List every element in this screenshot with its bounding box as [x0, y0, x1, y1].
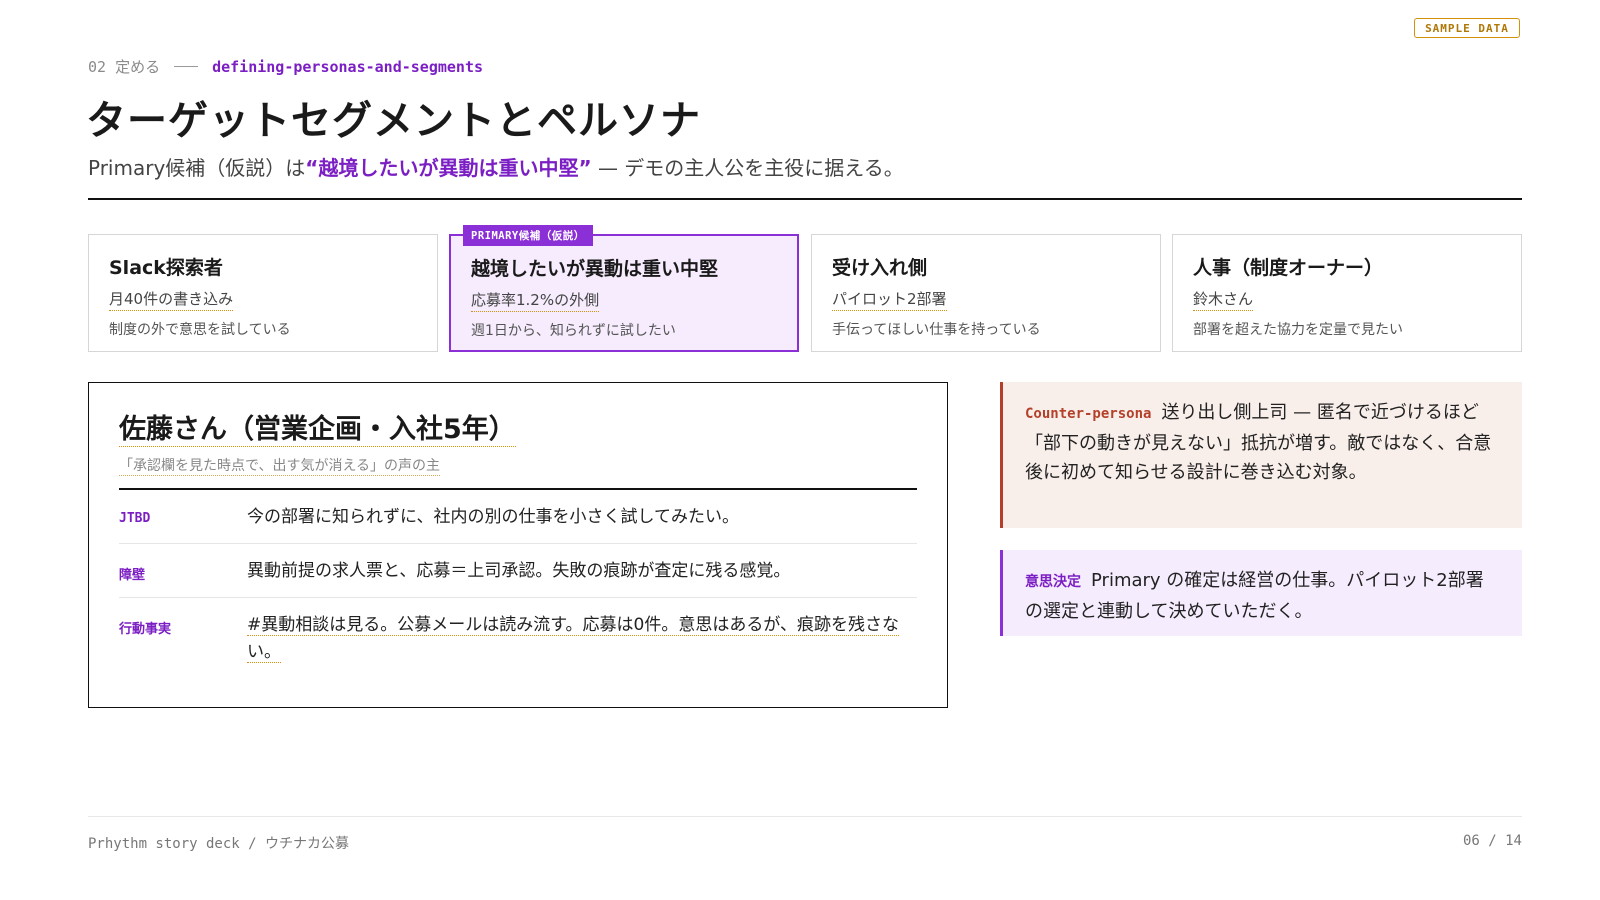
- sample-data-badge: SAMPLE DATA: [1414, 18, 1520, 38]
- eyebrow-divider: [174, 66, 199, 67]
- row-value-text: #異動相談は見る。公募メールは読み流す。応募は0件。意思はあるが、痕跡を残さない…: [247, 615, 900, 663]
- section-slug: defining-personas-and-segments: [212, 57, 484, 76]
- decision-note: 意思決定 Primary の確定は経営の仕事。パイロット2部署の選定と連動して決め…: [1000, 550, 1522, 636]
- row-value: 今の部署に知られずに、社内の別の仕事を小さく試してみたい。: [247, 507, 739, 527]
- segment-name: 越境したいが異動は重い中堅: [471, 258, 719, 280]
- row-key: 障壁: [119, 568, 146, 583]
- segment-desc: 週1日から、知られずに試したい: [471, 323, 676, 339]
- persona-quote: 「承認欄を見た時点で、出す気が消える」の声の主: [119, 455, 441, 476]
- counter-persona-note: Counter-persona 送り出し側上司 — 匿名で近づけるほど「部下の動き…: [1000, 382, 1522, 528]
- counter-label: Counter-persona: [1025, 406, 1152, 422]
- footer-divider: [88, 816, 1522, 817]
- segment-desc: 手伝ってほしい仕事を持っている: [832, 322, 1041, 338]
- segment-name: 人事（制度オーナー）: [1193, 257, 1384, 279]
- subtitle-suffix: — デモの主人公を主役に据える。: [591, 156, 904, 180]
- decision-text: Primary の確定は経営の仕事。パイロット2部署の選定と連動して決めていただ…: [1025, 570, 1484, 622]
- segment-card-slack-explorer: Slack探索者 月40件の書き込み 制度の外で意思を試している: [88, 234, 438, 352]
- segment-stat: 月40件の書き込み: [109, 288, 234, 311]
- segment-stat: パイロット2部署: [832, 288, 947, 311]
- primary-tag: PRIMARY候補（仮説）: [463, 225, 593, 246]
- persona-name: 佐藤さん（営業企画・入社5年）: [119, 407, 516, 447]
- segment-stat: 鈴木さん: [1193, 288, 1254, 311]
- row-key: 行動事実: [119, 622, 172, 637]
- segment-card-primary: PRIMARY候補（仮説） 越境したいが異動は重い中堅 応募率1.2%の外側 週…: [449, 225, 799, 352]
- segment-card-receiving-side: 受け入れ側 パイロット2部署 手伝ってほしい仕事を持っている: [811, 234, 1161, 352]
- segment-stat: 応募率1.2%の外側: [471, 289, 600, 312]
- page-subtitle: Primary候補（仮説）は“越境したいが異動は重い中堅” — デモの主人公を主…: [88, 152, 904, 181]
- page-number: 06 / 14: [1462, 833, 1522, 849]
- subtitle-highlight: “越境したいが異動は重い中堅”: [305, 156, 592, 180]
- row-value: 異動前提の求人票と、応募＝上司承認。失敗の痕跡が査定に残る感覚。: [247, 561, 791, 581]
- segment-name: Slack探索者: [109, 257, 223, 279]
- persona-row-jtbd: JTBD 今の部署に知られずに、社内の別の仕事を小さく試してみたい。: [119, 490, 917, 544]
- title-divider: [88, 198, 1522, 200]
- persona-card: 佐藤さん（営業企画・入社5年） 「承認欄を見た時点で、出す気が消える」の声の主 …: [88, 382, 948, 708]
- section-eyebrow: 02 定める defining-personas-and-segments: [88, 56, 483, 77]
- row-value: #異動相談は見る。公募メールは読み流す。応募は0件。意思はあるが、痕跡を残さない…: [247, 612, 917, 666]
- deck-name: Prhythm story deck / ウチナカ公募: [88, 836, 350, 852]
- segment-desc: 部署を超えた協力を定量で見たい: [1193, 322, 1403, 338]
- decision-label: 意思決定: [1025, 574, 1081, 590]
- persona-row-behavior: 行動事実 #異動相談は見る。公募メールは読み流す。応募は0件。意思はあるが、痕跡…: [119, 598, 917, 666]
- segment-card-hr: 人事（制度オーナー） 鈴木さん 部署を超えた協力を定量で見たい: [1172, 234, 1522, 352]
- row-key: JTBD: [119, 511, 151, 526]
- page-title: ターゲットセグメントとペルソナ: [86, 98, 701, 144]
- section-number: 02 定める: [88, 58, 161, 76]
- persona-row-barrier: 障壁 異動前提の求人票と、応募＝上司承認。失敗の痕跡が査定に残る感覚。: [119, 544, 917, 598]
- segment-desc: 制度の外で意思を試している: [109, 322, 291, 338]
- segment-name: 受け入れ側: [832, 257, 928, 279]
- subtitle-prefix: Primary候補（仮説）は: [88, 156, 306, 180]
